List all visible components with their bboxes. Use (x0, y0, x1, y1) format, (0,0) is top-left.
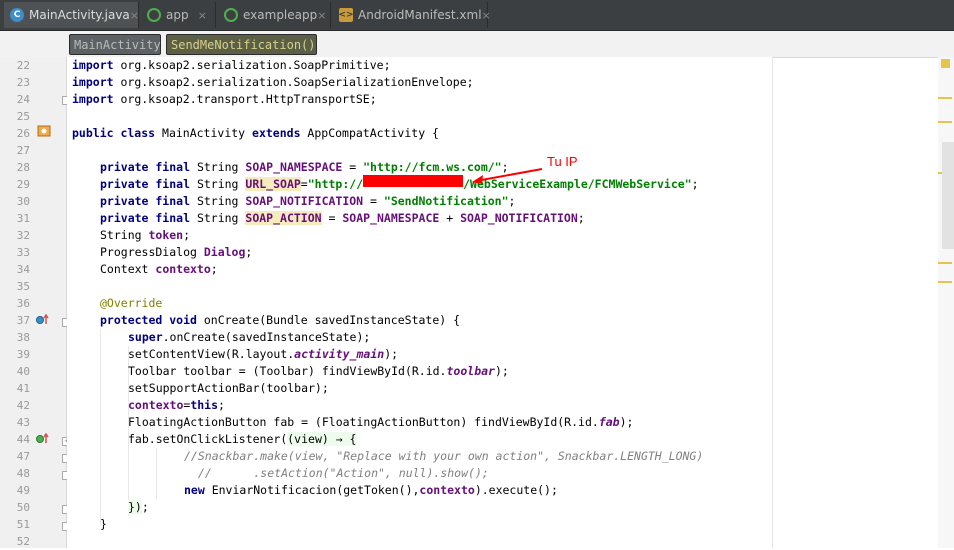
code-line-31: private final String SOAP_ACTION = SOAP_… (100, 211, 585, 225)
xml-file-icon: <> (338, 8, 354, 22)
stripe-mark[interactable] (938, 97, 952, 99)
lambda-marker-icon[interactable] (35, 433, 51, 445)
line-number: 27 (16, 144, 30, 157)
code-line-32: String token; (100, 228, 191, 242)
code-line-26: public class MainActivity extends AppCom… (72, 126, 439, 140)
close-icon[interactable]: × (130, 9, 139, 22)
annotation-label: Tu IP (547, 154, 578, 169)
line-number: 44 (16, 433, 30, 446)
line-number: 25 (16, 110, 30, 123)
code-line-30: private final String SOAP_NOTIFICATION =… (100, 194, 516, 208)
line-number: 48 (16, 467, 30, 480)
scroll-thumb[interactable] (942, 142, 954, 249)
tab-label: MainActivity.java (29, 8, 130, 22)
breadcrumb-class[interactable]: MainActivity (69, 34, 161, 55)
gradle-module-icon (147, 8, 161, 22)
tab-app[interactable]: app × (141, 2, 216, 28)
line-number: 31 (16, 212, 30, 225)
error-stripe[interactable] (938, 57, 954, 548)
breadcrumb: MainActivity SendMeNotification() (0, 31, 954, 58)
stripe-mark[interactable] (938, 121, 952, 123)
line-number: 38 (16, 331, 30, 344)
code-line-23: import org.ksoap2.serialization.SoapSeri… (72, 75, 474, 89)
code-line-39: setContentView(R.layout.activity_main); (128, 347, 399, 361)
code-line-42: contexto=this; (128, 398, 225, 412)
code-line-48: // .setAction("Action", null).show(); (198, 466, 489, 480)
line-number: 41 (16, 382, 30, 395)
redacted-ip (363, 175, 463, 187)
right-margin-guide (772, 57, 773, 548)
code-line-49: new EnviarNotificacion(getToken(),contex… (184, 483, 558, 497)
line-number: 52 (16, 535, 30, 548)
code-line-44: fab.setOnClickListener((view) → { (128, 432, 357, 446)
code-line-40: Toolbar toolbar = (Toolbar) findViewById… (128, 364, 509, 378)
line-number: 23 (16, 76, 30, 89)
editor-tab-bar: C MainActivity.java × app × exampleapp ×… (0, 0, 954, 31)
stripe-mark[interactable] (938, 262, 952, 264)
line-number-gutter: 22 23 24 25 26 27 28 29 30 31 32 33 34 3… (0, 57, 71, 548)
code-line-24: import org.ksoap2.transport.HttpTranspor… (72, 92, 377, 106)
override-marker-icon[interactable] (35, 314, 51, 326)
close-icon[interactable]: × (317, 9, 326, 22)
code-line-22: import org.ksoap2.serialization.SoapPrim… (72, 58, 391, 72)
tab-androidmanifest-xml[interactable]: <> AndroidManifest.xml × (333, 2, 491, 28)
code-line-37: protected void onCreate(Bundle savedInst… (100, 313, 461, 327)
implementation-marker-icon[interactable] (37, 124, 51, 138)
line-number: 36 (16, 297, 30, 310)
annotation-arrow (472, 168, 543, 184)
line-number: 39 (16, 348, 30, 361)
line-number: 43 (16, 416, 30, 429)
line-number: 51 (16, 518, 30, 531)
code-line-43: FloatingActionButton fab = (FloatingActi… (128, 415, 634, 429)
line-number: 37 (16, 314, 30, 327)
code-line-33: ProgressDialog Dialog; (100, 245, 253, 259)
code-line-34: Context contexto; (100, 262, 218, 276)
code-line-36: @Override (100, 296, 163, 310)
gradle-module-icon (224, 8, 238, 22)
line-number: 29 (16, 178, 30, 191)
java-class-icon: C (10, 8, 24, 22)
line-number: 30 (16, 195, 30, 208)
warning-status-icon[interactable] (941, 59, 950, 68)
code-line-52: } (100, 517, 107, 531)
line-number: 33 (16, 246, 30, 259)
line-number: 35 (16, 280, 30, 293)
line-number: 50 (16, 501, 30, 514)
tab-label: AndroidManifest.xml (358, 8, 482, 22)
indent-guide (156, 448, 157, 499)
tab-mainactivity-java[interactable]: C MainActivity.java × (4, 2, 139, 28)
close-icon[interactable]: × (198, 9, 207, 22)
line-number: 47 (16, 450, 30, 463)
breadcrumb-method[interactable]: SendMeNotification() (166, 34, 317, 55)
line-number: 42 (16, 399, 30, 412)
line-number: 22 (16, 59, 30, 72)
code-line-41: setSupportActionBar(toolbar); (128, 381, 329, 395)
stripe-mark[interactable] (938, 281, 952, 283)
line-number: 49 (16, 484, 30, 497)
line-number: 40 (16, 365, 30, 378)
line-number: 32 (16, 229, 30, 242)
tab-exampleapp[interactable]: exampleapp × (218, 2, 331, 28)
code-line-47: //Snackbar.make(view, "Replace with your… (184, 449, 704, 463)
line-number: 26 (16, 127, 30, 140)
indent-guide (100, 329, 101, 525)
close-icon[interactable]: × (482, 9, 491, 22)
code-line-50: }); (128, 500, 149, 514)
line-number: 24 (16, 93, 30, 106)
tab-label: app (166, 8, 189, 22)
code-line-28: private final String SOAP_NAMESPACE = "h… (100, 160, 509, 174)
tab-label: exampleapp (243, 8, 318, 22)
line-number: 28 (16, 161, 30, 174)
code-editor[interactable]: import org.ksoap2.serialization.SoapPrim… (67, 57, 772, 548)
line-number: 34 (16, 263, 30, 276)
code-line-38: super.onCreate(savedInstanceState); (128, 330, 371, 344)
